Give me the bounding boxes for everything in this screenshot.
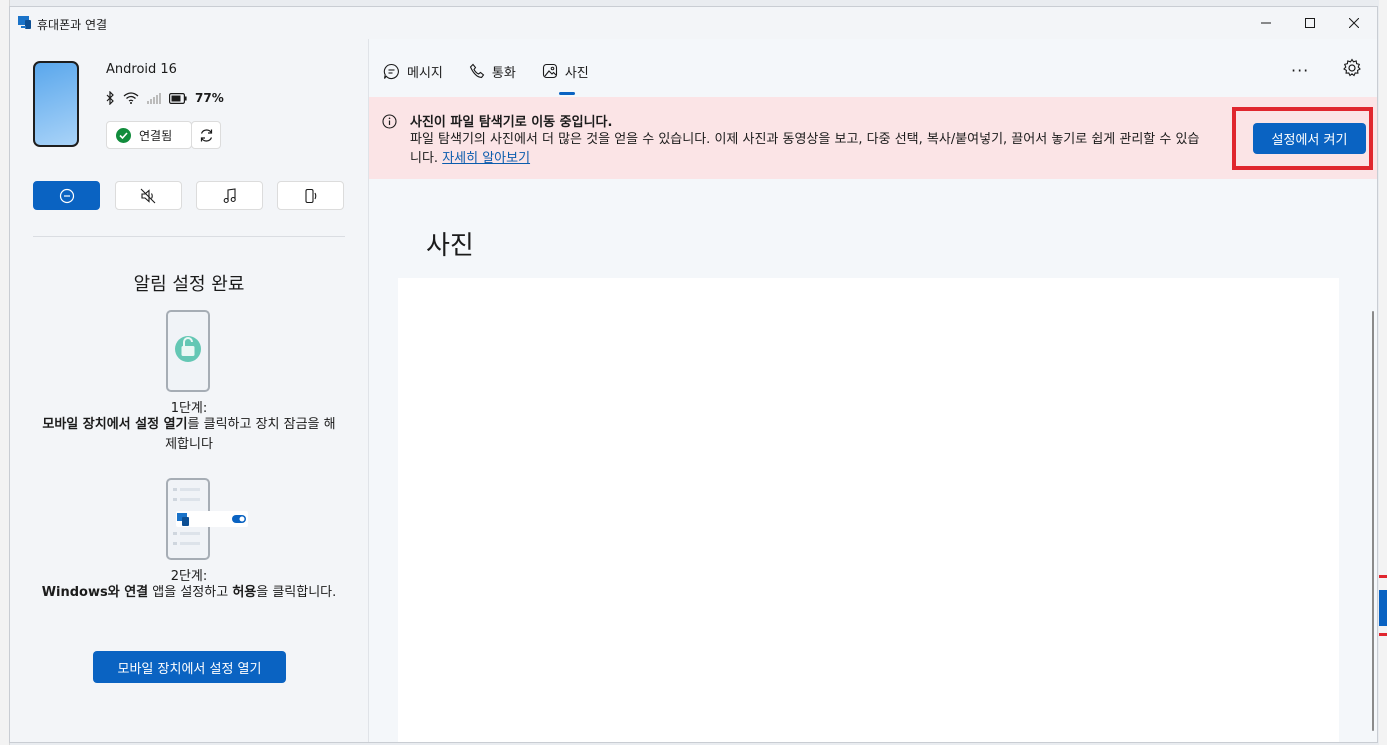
content-pane: 메시지 통화 사진 ··· 사진이 파일 탐색기로 이동 중입니다. 파일 탐색… [368, 39, 1377, 742]
music-note-icon [223, 187, 236, 203]
notification-setup-title: 알림 설정 완료 [133, 274, 245, 295]
background-blue-mark [1379, 590, 1387, 626]
maximize-button[interactable] [1297, 13, 1323, 33]
bluetooth-icon [106, 91, 114, 105]
wifi-icon [123, 92, 139, 104]
connection-status-button[interactable]: 연결됨 [106, 121, 192, 149]
open-settings-on-mobile-button[interactable]: 모바일 장치에서 설정 열기 [93, 651, 286, 683]
refresh-button[interactable] [191, 121, 221, 149]
tab-messages[interactable]: 메시지 [383, 59, 443, 83]
background-red-mark [1379, 575, 1387, 578]
mute-button[interactable] [115, 181, 182, 210]
turn-on-in-settings-button[interactable]: 설정에서 켜기 [1253, 123, 1366, 154]
info-banner: 사진이 파일 탐색기로 이동 중입니다. 파일 탐색기의 사진에서 더 많은 것… [369, 97, 1377, 179]
tab-photos[interactable]: 사진 [542, 59, 589, 95]
phone-illustration [33, 61, 79, 147]
tab-calls[interactable]: 통화 [469, 59, 516, 83]
do-not-disturb-icon [59, 188, 74, 203]
step2-bold-text-2: 허용 [232, 585, 257, 600]
photos-heading: 사진 [426, 231, 474, 261]
device-pane: Android 16 77% 연결됨 알림 설정 완료 1단계: 모바일 장치에… [10, 39, 368, 742]
refresh-icon [200, 128, 212, 142]
phone-toggle-illustration [166, 478, 248, 560]
minimize-button[interactable] [1253, 13, 1279, 33]
phone-call-icon [469, 63, 485, 79]
phone-link-window: 휴대폰과 연결 Android 16 77% 연결됨 알림 설정 완료 1단계:… [9, 6, 1378, 743]
banner-title: 사진이 파일 탐색기로 이동 중입니다. [410, 115, 613, 130]
close-icon [1349, 18, 1359, 28]
background-red-mark [1379, 633, 1387, 636]
more-options-button[interactable]: ··· [1291, 61, 1309, 80]
do-not-disturb-button[interactable] [33, 181, 100, 210]
tab-photos-label: 사진 [564, 65, 589, 81]
step2-rest-text: 을 클릭합니다. [256, 585, 337, 600]
maximize-icon [1305, 18, 1315, 28]
phone-link-app-icon [18, 16, 31, 29]
step1-rest-text: 를 클릭하고 장치 잠금을 해제합니다 [165, 417, 336, 452]
step2-description: Windows와 연결 앱을 설정하고 허용을 클릭합니다. [40, 583, 338, 603]
phone-audio-button[interactable] [277, 181, 344, 210]
step2-mid-text: 앱을 설정하고 [148, 585, 233, 600]
photo-icon [542, 63, 557, 79]
step1-description: 모바일 장치에서 설정 열기를 클릭하고 장치 잠금을 해제합니다 [40, 415, 338, 455]
active-tab-indicator [558, 92, 575, 95]
tab-calls-label: 통화 [491, 65, 516, 81]
banner-body: 파일 탐색기의 사진에서 더 많은 것을 얻을 수 있습니다. 이제 사진과 동… [410, 130, 1210, 168]
checkmark-icon [116, 127, 131, 143]
tab-bar: 메시지 통화 사진 [383, 59, 615, 95]
tab-messages-label: 메시지 [407, 65, 443, 81]
step1-label: 1단계: [170, 401, 208, 416]
cellular-signal-icon [147, 93, 161, 104]
battery-icon [169, 92, 187, 104]
photos-content-panel [398, 278, 1339, 742]
info-icon [382, 114, 397, 129]
message-icon [383, 63, 399, 79]
speaker-mute-icon [140, 188, 156, 203]
close-button[interactable] [1341, 13, 1367, 33]
phone-speaker-icon [304, 188, 316, 203]
window-title: 휴대폰과 연결 [37, 18, 108, 32]
media-button[interactable] [196, 181, 263, 210]
step2-bold-text-1: Windows와 연결 [41, 585, 149, 600]
battery-percentage: 77% [195, 91, 224, 105]
connection-status-label: 연결됨 [139, 128, 173, 143]
gear-icon[interactable] [1342, 58, 1362, 78]
device-status-row: 77% [106, 90, 224, 106]
title-bar: 휴대폰과 연결 [10, 7, 1377, 39]
vertical-scrollbar[interactable] [1372, 311, 1374, 731]
minimize-icon [1261, 22, 1271, 24]
device-name: Android 16 [106, 62, 177, 77]
pane-divider [33, 236, 345, 237]
phone-unlock-illustration [166, 310, 210, 392]
step2-label: 2단계: [170, 569, 208, 584]
step1-bold-text: 모바일 장치에서 설정 열기 [42, 417, 188, 432]
learn-more-link[interactable]: 자세히 알아보기 [442, 151, 530, 166]
